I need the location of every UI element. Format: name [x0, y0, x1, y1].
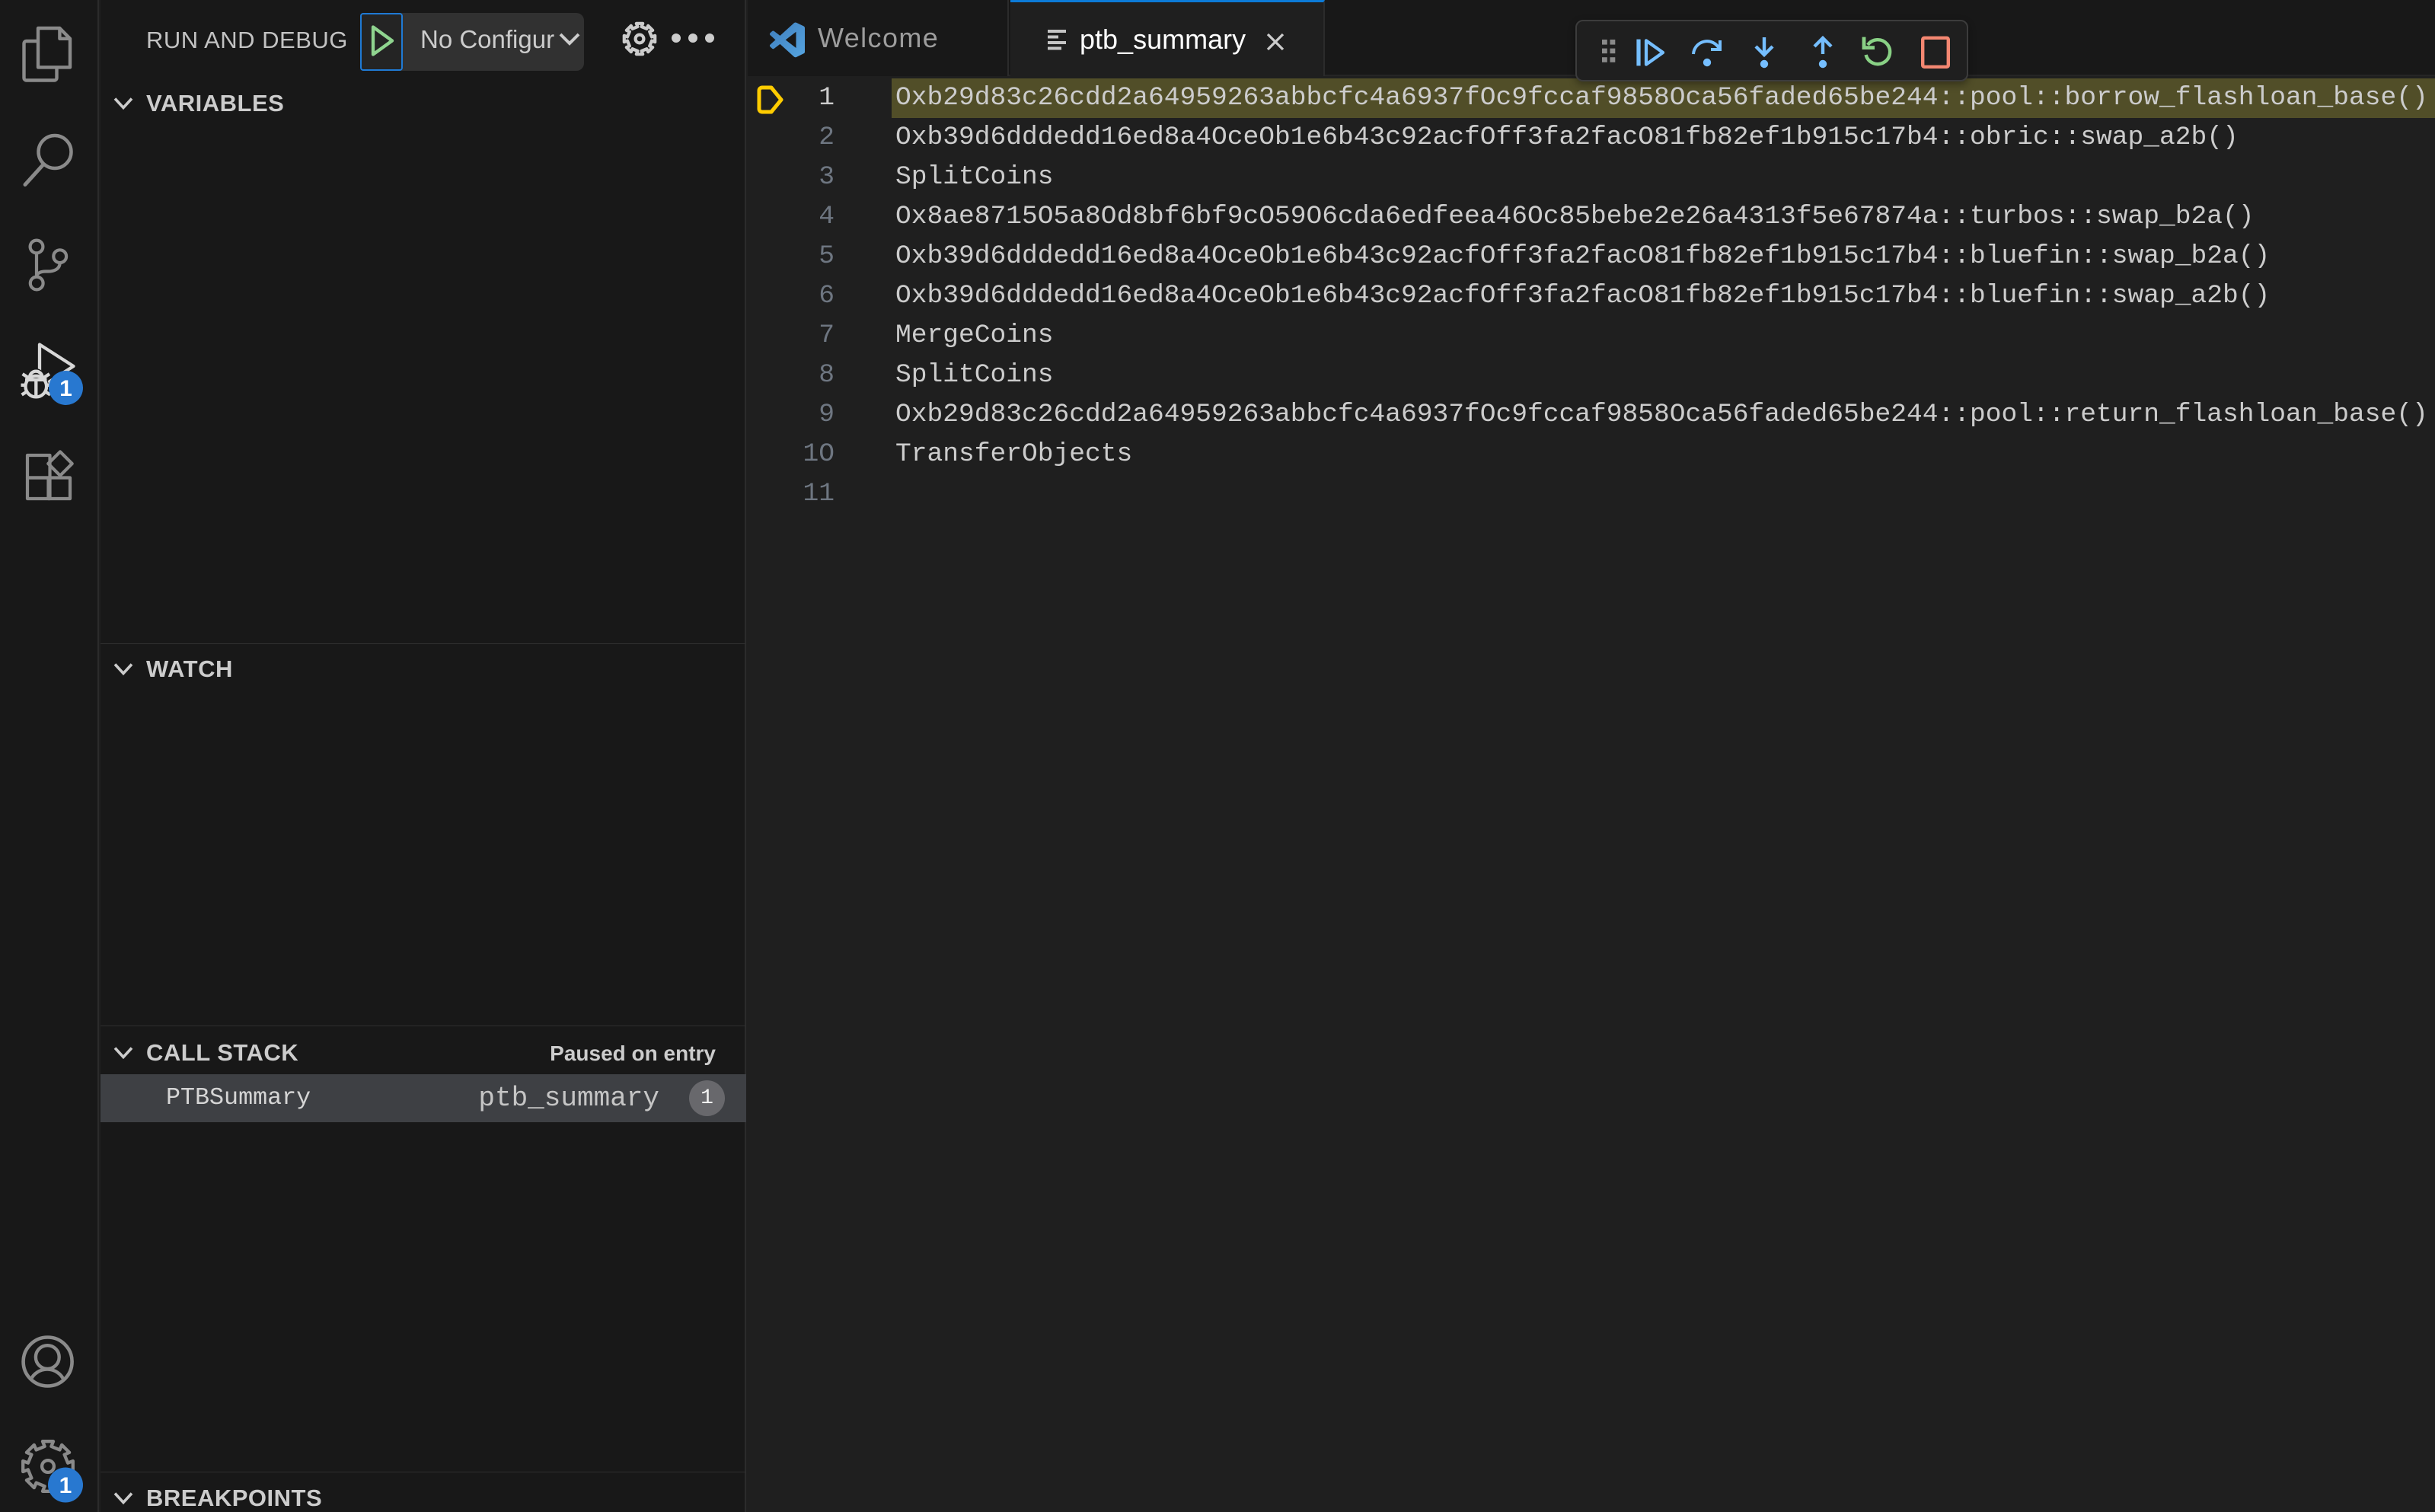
svg-text:1: 1 [59, 376, 72, 401]
svg-text:1: 1 [59, 1473, 72, 1498]
